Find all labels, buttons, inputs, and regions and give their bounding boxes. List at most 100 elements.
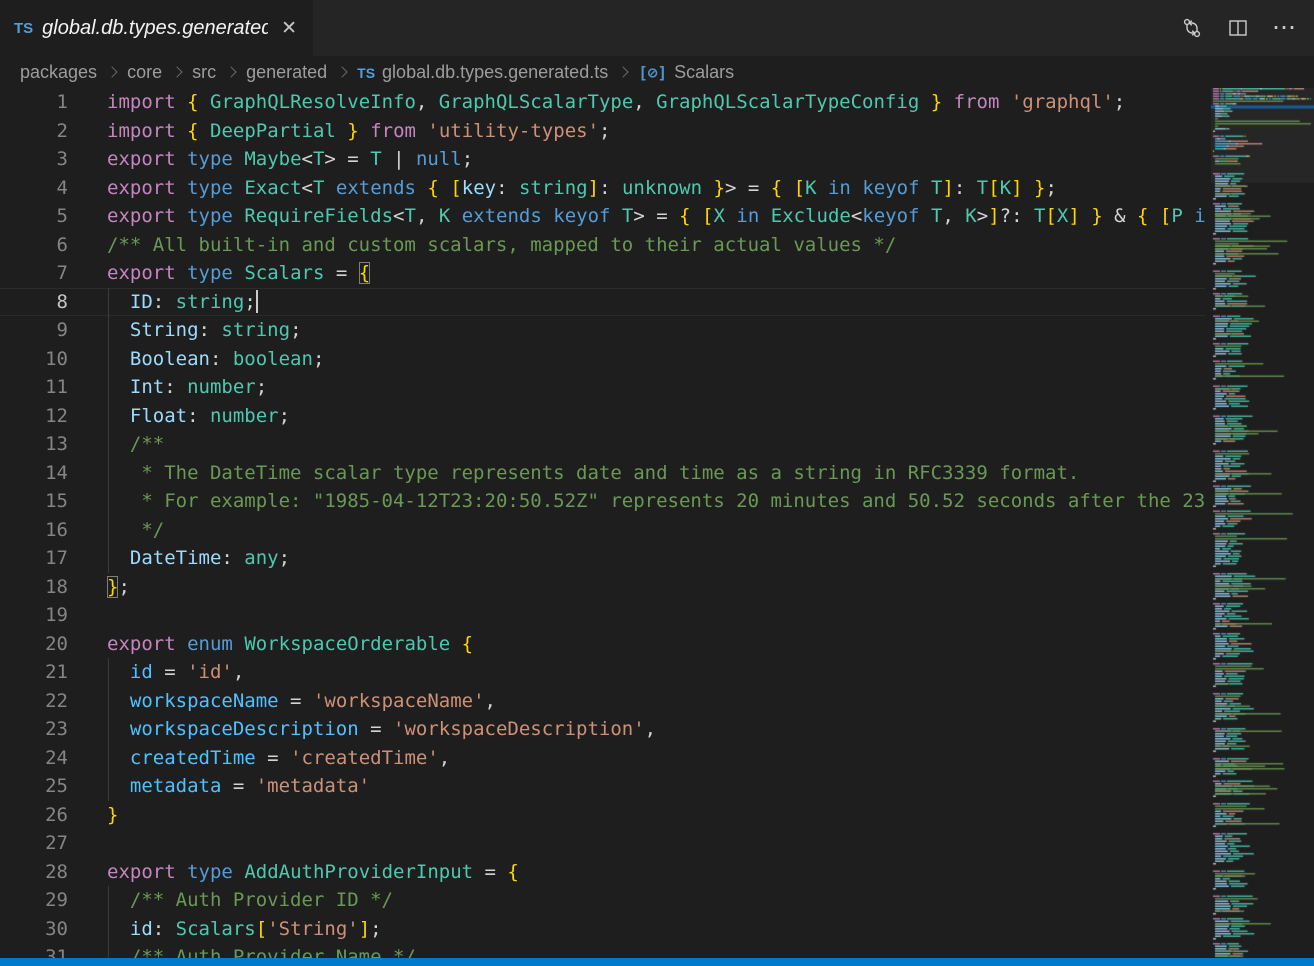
code-line-10[interactable]: 10 Boolean: boolean; (0, 345, 1205, 374)
chevron-right-icon (106, 66, 117, 77)
line-number: 1 (0, 91, 68, 113)
code-text: import { GraphQLResolveInfo, GraphQLScal… (68, 91, 1125, 113)
code-line-12[interactable]: 12 Float: number; (0, 402, 1205, 431)
line-number: 10 (0, 348, 68, 370)
split-editor-icon[interactable] (1226, 16, 1250, 40)
code-line-30[interactable]: 30 id: Scalars['String']; (0, 915, 1205, 944)
status-bar[interactable] (0, 958, 1314, 966)
vscode-window: TS global.db.types.generated.ts ✕ (0, 0, 1314, 966)
breadcrumb-item-file[interactable]: TS global.db.types.generated.ts (357, 62, 608, 83)
code-line-31[interactable]: 31 /** Auth Provider Name */ (0, 943, 1205, 958)
line-number: 6 (0, 234, 68, 256)
code-text: export type AddAuthProviderInput = { (68, 861, 519, 883)
minimap-canvas[interactable] (1211, 88, 1314, 958)
editor-actions: ⋯ (1180, 0, 1314, 56)
line-number: 14 (0, 462, 68, 484)
code-text: * The DateTime scalar type represents da… (68, 462, 1079, 484)
breadcrumb-item-core[interactable]: core (127, 62, 162, 83)
indent-guide (108, 544, 109, 573)
code-line-22[interactable]: 22 workspaceName = 'workspaceName', (0, 687, 1205, 716)
code-line-2[interactable]: 2import { DeepPartial } from 'utility-ty… (0, 117, 1205, 146)
code-line-1[interactable]: 1import { GraphQLResolveInfo, GraphQLSca… (0, 88, 1205, 117)
code-text: createdTime = 'createdTime', (68, 747, 450, 769)
code-line-5[interactable]: 5export type RequireFields<T, K extends … (0, 202, 1205, 231)
line-number: 27 (0, 832, 68, 854)
code-line-14[interactable]: 14 * The DateTime scalar type represents… (0, 459, 1205, 488)
chevron-right-icon (171, 66, 182, 77)
code-text: id: Scalars['String']; (68, 918, 382, 940)
indent-guide (108, 345, 109, 374)
code-text: Boolean: boolean; (68, 348, 324, 370)
code-editor[interactable]: 1import { GraphQLResolveInfo, GraphQLSca… (0, 88, 1205, 958)
line-number: 15 (0, 490, 68, 512)
indent-guide (108, 915, 109, 944)
breadcrumb-item-src[interactable]: src (192, 62, 216, 83)
compare-changes-icon[interactable] (1180, 16, 1204, 40)
text-cursor (256, 290, 258, 313)
indent-guide (108, 459, 109, 488)
indent-guide (108, 402, 109, 431)
code-line-27[interactable]: 27 (0, 829, 1205, 858)
code-line-23[interactable]: 23 workspaceDescription = 'workspaceDesc… (0, 715, 1205, 744)
line-number: 3 (0, 148, 68, 170)
code-line-21[interactable]: 21 id = 'id', (0, 658, 1205, 687)
code-line-15[interactable]: 15 * For example: "1985-04-12T23:20:50.5… (0, 487, 1205, 516)
code-line-4[interactable]: 4export type Exact<T extends { [key: str… (0, 174, 1205, 203)
code-line-19[interactable]: 19 (0, 601, 1205, 630)
indent-guide (108, 943, 109, 958)
line-number: 19 (0, 604, 68, 626)
breadcrumb: packages core src generated TS global.db.typ… (0, 56, 1205, 88)
code-text: export type Maybe<T> = T | null; (68, 148, 473, 170)
code-line-17[interactable]: 17 DateTime: any; (0, 544, 1205, 573)
line-number: 13 (0, 433, 68, 455)
breadcrumb-item-packages[interactable]: packages (20, 62, 97, 83)
code-text: * For example: "1985-04-12T23:20:50.52Z"… (68, 490, 1205, 512)
line-number: 24 (0, 747, 68, 769)
line-number: 20 (0, 633, 68, 655)
line-number: 22 (0, 690, 68, 712)
code-line-29[interactable]: 29 /** Auth Provider ID */ (0, 886, 1205, 915)
code-text: /** Auth Provider Name */ (68, 946, 416, 958)
code-text: export type RequireFields<T, K extends k… (68, 205, 1205, 227)
code-line-3[interactable]: 3export type Maybe<T> = T | null; (0, 145, 1205, 174)
code-text: ID: string; (68, 290, 258, 313)
code-line-24[interactable]: 24 createdTime = 'createdTime', (0, 744, 1205, 773)
indent-guide (108, 288, 109, 317)
code-line-20[interactable]: 20export enum WorkspaceOrderable { (0, 630, 1205, 659)
code-line-26[interactable]: 26} (0, 801, 1205, 830)
tab-global-db-types[interactable]: TS global.db.types.generated.ts ✕ (0, 0, 313, 56)
tab-bar: TS global.db.types.generated.ts ✕ (0, 0, 1314, 56)
typescript-file-icon: TS (14, 20, 33, 37)
close-icon[interactable]: ✕ (277, 17, 301, 40)
breadcrumb-item-symbol[interactable]: [⊘] Scalars (638, 62, 734, 83)
code-line-16[interactable]: 16 */ (0, 516, 1205, 545)
chevron-right-icon (336, 66, 347, 77)
code-text: metadata = 'metadata' (68, 775, 370, 797)
line-number: 23 (0, 718, 68, 740)
code-line-25[interactable]: 25 metadata = 'metadata' (0, 772, 1205, 801)
code-text: workspaceName = 'workspaceName', (68, 690, 496, 712)
code-text: /** (68, 433, 164, 455)
code-line-8[interactable]: 8 ID: string; (0, 288, 1205, 317)
minimap[interactable] (1211, 88, 1314, 958)
code-line-7[interactable]: 7export type Scalars = { (0, 259, 1205, 288)
line-number: 11 (0, 376, 68, 398)
code-line-18[interactable]: 18}; (0, 573, 1205, 602)
indent-guide (108, 715, 109, 744)
line-number: 25 (0, 775, 68, 797)
code-text: export type Exact<T extends { [key: stri… (68, 177, 1057, 199)
code-line-28[interactable]: 28export type AddAuthProviderInput = { (0, 858, 1205, 887)
code-line-13[interactable]: 13 /** (0, 430, 1205, 459)
breadcrumb-item-generated[interactable]: generated (246, 62, 327, 83)
code-line-11[interactable]: 11 Int: number; (0, 373, 1205, 402)
code-text: export enum WorkspaceOrderable { (68, 633, 473, 655)
code-text: DateTime: any; (68, 547, 290, 569)
code-text: id = 'id', (68, 661, 244, 683)
code-text: workspaceDescription = 'workspaceDescrip… (68, 718, 656, 740)
code-text: Float: number; (68, 405, 290, 427)
code-line-6[interactable]: 6/** All built-in and custom scalars, ma… (0, 231, 1205, 260)
indent-guide (108, 886, 109, 915)
more-actions-icon[interactable]: ⋯ (1272, 23, 1298, 33)
code-line-9[interactable]: 9 String: string; (0, 316, 1205, 345)
line-number: 17 (0, 547, 68, 569)
